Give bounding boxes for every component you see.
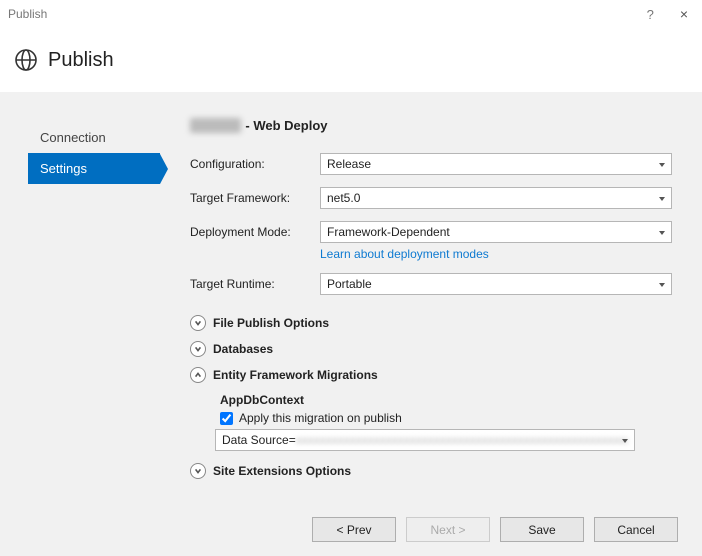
- section-file-publish[interactable]: File Publish Options: [190, 315, 672, 331]
- row-target-framework: Target Framework: net5.0: [190, 187, 672, 209]
- close-icon[interactable]: ×: [674, 6, 694, 22]
- chevron-up-icon: [190, 367, 206, 383]
- deployment-mode-value: Framework-Dependent: [327, 225, 450, 239]
- learn-deployment-modes-link[interactable]: Learn about deployment modes: [320, 247, 489, 261]
- globe-icon: [14, 48, 38, 72]
- deployment-mode-label: Deployment Mode:: [190, 225, 320, 239]
- configuration-value: Release: [327, 157, 371, 171]
- ef-context-name: AppDbContext: [220, 393, 672, 407]
- chevron-down-icon: [190, 341, 206, 357]
- chevron-down-icon: [190, 463, 206, 479]
- profile-name-suffix: - Web Deploy: [245, 118, 327, 133]
- file-publish-label: File Publish Options: [213, 316, 329, 330]
- page-title: Publish: [48, 49, 114, 72]
- row-target-runtime: Target Runtime: Portable: [190, 273, 672, 295]
- site-extensions-label: Site Extensions Options: [213, 464, 351, 478]
- section-ef-migrations[interactable]: Entity Framework Migrations: [190, 367, 672, 383]
- target-framework-value: net5.0: [327, 191, 360, 205]
- apply-migration-label: Apply this migration on publish: [239, 411, 402, 425]
- sidebar-item-settings[interactable]: Settings: [28, 153, 160, 184]
- sidebar-item-connection[interactable]: Connection: [28, 122, 160, 153]
- deployment-mode-dropdown[interactable]: Framework-Dependent: [320, 221, 672, 243]
- prev-button[interactable]: < Prev: [312, 517, 396, 542]
- section-site-extensions[interactable]: Site Extensions Options: [190, 463, 672, 479]
- main-panel: Connection Settings xxxxxx - Web Deploy …: [0, 92, 702, 556]
- title-bar: Publish ? ×: [0, 0, 702, 28]
- section-databases[interactable]: Databases: [190, 341, 672, 357]
- button-row: < Prev Next > Save Cancel: [312, 517, 678, 542]
- profile-name: xxxxxx - Web Deploy: [190, 118, 672, 133]
- window-title: Publish: [8, 7, 647, 21]
- connection-hidden: xxxxxxxxxxxxxxxxxxxxxxxxxxxxxxxxxxxxxxxx…: [296, 433, 628, 447]
- ef-migrations-label: Entity Framework Migrations: [213, 368, 378, 382]
- sidebar: Connection Settings: [0, 92, 160, 556]
- target-runtime-label: Target Runtime:: [190, 277, 320, 291]
- configuration-dropdown[interactable]: Release: [320, 153, 672, 175]
- save-button[interactable]: Save: [500, 517, 584, 542]
- profile-name-hidden: xxxxxx: [190, 118, 241, 133]
- apply-migration-row[interactable]: Apply this migration on publish: [220, 411, 672, 425]
- content: xxxxxx - Web Deploy Configuration: Relea…: [160, 92, 702, 556]
- header: Publish: [0, 28, 702, 92]
- deployment-mode-link-row: Learn about deployment modes: [320, 247, 672, 261]
- connection-prefix: Data Source=: [222, 433, 296, 447]
- databases-label: Databases: [213, 342, 273, 356]
- cancel-button[interactable]: Cancel: [594, 517, 678, 542]
- connection-string-dropdown[interactable]: Data Source= xxxxxxxxxxxxxxxxxxxxxxxxxxx…: [215, 429, 635, 451]
- help-icon[interactable]: ?: [647, 7, 654, 22]
- row-configuration: Configuration: Release: [190, 153, 672, 175]
- target-runtime-value: Portable: [327, 277, 372, 291]
- next-button: Next >: [406, 517, 490, 542]
- target-runtime-dropdown[interactable]: Portable: [320, 273, 672, 295]
- target-framework-label: Target Framework:: [190, 191, 320, 205]
- configuration-label: Configuration:: [190, 157, 320, 171]
- ef-block: AppDbContext Apply this migration on pub…: [215, 393, 672, 451]
- chevron-down-icon: [190, 315, 206, 331]
- apply-migration-checkbox[interactable]: [220, 412, 233, 425]
- row-deployment-mode: Deployment Mode: Framework-Dependent: [190, 221, 672, 243]
- target-framework-dropdown[interactable]: net5.0: [320, 187, 672, 209]
